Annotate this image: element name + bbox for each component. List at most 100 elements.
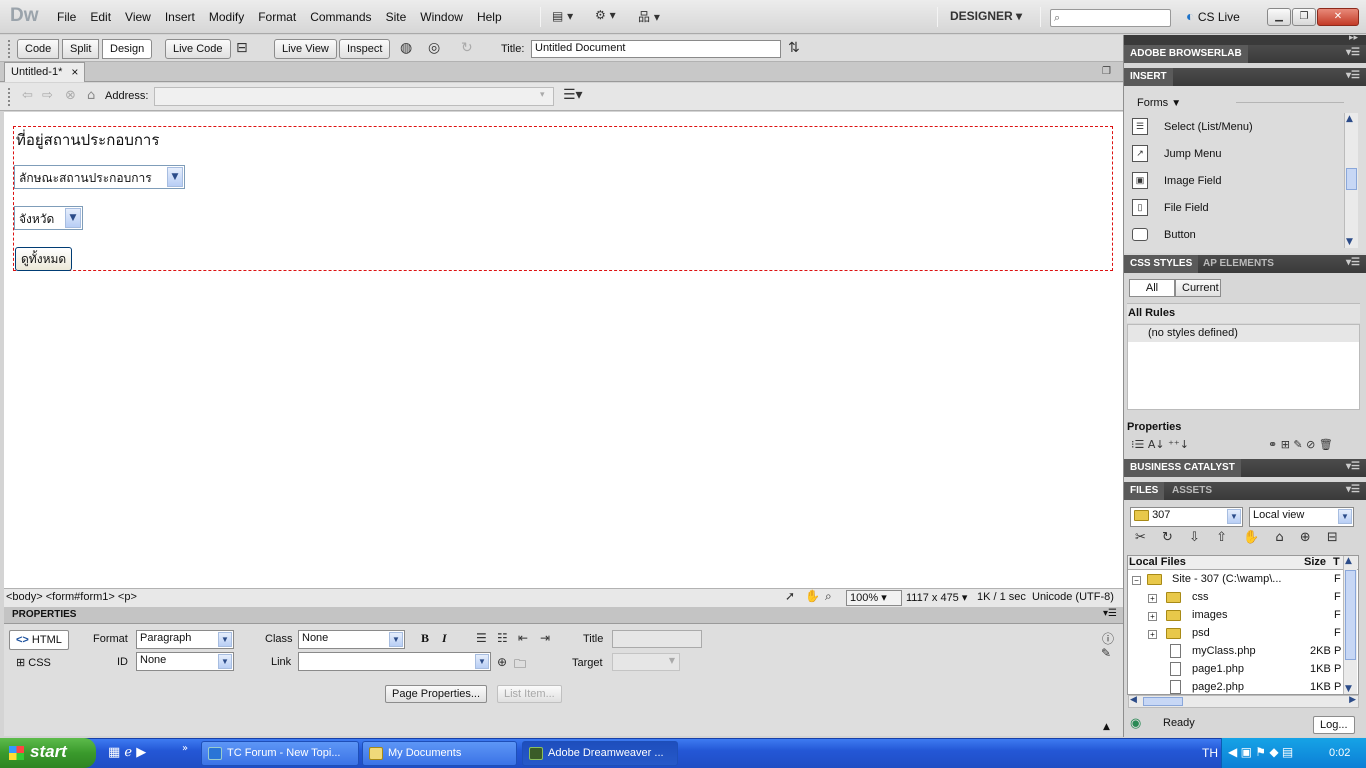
expand-toggle[interactable]: + bbox=[1148, 628, 1157, 640]
files-col-name[interactable]: Local Files bbox=[1129, 556, 1186, 568]
business-catalyst-tab[interactable]: BUSINESS CATALYST bbox=[1124, 459, 1241, 477]
file-row-site[interactable]: − Site - 307 (C:\wamp\... F bbox=[1130, 572, 1345, 590]
toolbar-grip[interactable] bbox=[8, 40, 12, 58]
list-item-button[interactable]: List Item... bbox=[497, 685, 562, 703]
business-catalyst-header[interactable]: BUSINESS CATALYST ▾☰ bbox=[1124, 459, 1366, 477]
restore-document-icon[interactable]: ❐ bbox=[1102, 66, 1111, 77]
document-title-input[interactable]: Untitled Document bbox=[531, 40, 781, 58]
insert-file-field[interactable]: ▯ File Field bbox=[1130, 197, 1340, 221]
chevron-down-icon[interactable]: ▾ bbox=[540, 90, 545, 100]
restore-button[interactable]: ❐ bbox=[1292, 8, 1316, 26]
gear-icon[interactable]: ⚙ ▾ bbox=[595, 8, 616, 22]
folder-icon[interactable]: 🗀 bbox=[514, 655, 526, 676]
scroll-down-icon[interactable]: ▼ bbox=[1345, 684, 1352, 694]
stop-icon[interactable]: ⊗ bbox=[65, 88, 76, 103]
view-options-icon[interactable]: ☰▾ bbox=[563, 87, 583, 103]
menu-site[interactable]: Site bbox=[379, 10, 414, 24]
insert-select-list[interactable]: ☰ Select (List/Menu) bbox=[1130, 116, 1340, 140]
province-select[interactable]: จังหวัด ▼ bbox=[14, 206, 83, 230]
quick-launch-icons[interactable]: ▦ ℯ ▶ bbox=[108, 745, 146, 760]
scroll-thumb[interactable] bbox=[1143, 697, 1183, 706]
point-to-file-icon[interactable]: ⊕ bbox=[497, 655, 507, 669]
site-structure-icon[interactable]: 品 ▾ bbox=[638, 8, 660, 25]
panel-options-icon[interactable]: ▾☰ bbox=[1346, 484, 1360, 495]
files-horizontal-scrollbar[interactable]: ◀ ▶ bbox=[1128, 695, 1359, 708]
select-tool-icon[interactable]: ➚ bbox=[785, 589, 795, 603]
target-select[interactable]: ▼ bbox=[612, 653, 680, 671]
outdent-icon[interactable]: ⇤ bbox=[518, 631, 528, 645]
menu-insert[interactable]: Insert bbox=[158, 10, 202, 24]
visual-aids-icon[interactable]: ◎ bbox=[428, 40, 440, 56]
unordered-list-icon[interactable]: ☰ bbox=[476, 631, 487, 645]
assets-tab[interactable]: ASSETS bbox=[1166, 482, 1218, 500]
menu-view[interactable]: View bbox=[118, 10, 158, 24]
scroll-up-icon[interactable]: ▲ bbox=[1345, 556, 1352, 566]
panel-options-icon[interactable]: ▾☰ bbox=[1103, 608, 1117, 619]
menu-commands[interactable]: Commands bbox=[303, 10, 378, 24]
collapse-toggle[interactable]: − bbox=[1132, 574, 1141, 586]
split-view-button[interactable]: Split bbox=[62, 39, 100, 59]
css-styles-tab[interactable]: CSS STYLES bbox=[1124, 255, 1199, 273]
link-input[interactable]: ▼ bbox=[298, 652, 491, 671]
panel-options-icon[interactable]: ▾☰ bbox=[1346, 257, 1360, 268]
scroll-thumb[interactable] bbox=[1346, 168, 1357, 190]
refresh-icon[interactable]: ↻ bbox=[461, 40, 473, 56]
scroll-right-icon[interactable]: ▶ bbox=[1349, 695, 1356, 705]
scroll-down-icon[interactable]: ▼ bbox=[1346, 237, 1353, 247]
insert-category-select[interactable]: Forms ▼ bbox=[1137, 97, 1181, 109]
expand-toggle[interactable]: + bbox=[1148, 610, 1157, 622]
panel-options-icon[interactable]: ▾☰ bbox=[1346, 70, 1360, 81]
insert-panel-header[interactable]: INSERT ▾☰ bbox=[1124, 68, 1366, 86]
file-row-page2[interactable]: page2.php 1KB P bbox=[1130, 680, 1345, 694]
window-size[interactable]: 1117 x 475 ▾ bbox=[906, 591, 967, 604]
tag-selector[interactable]: <body> <form#form1> <p> bbox=[6, 591, 137, 603]
file-row-page1[interactable]: page1.php 1KB P bbox=[1130, 662, 1345, 680]
page-properties-button[interactable]: Page Properties... bbox=[385, 685, 488, 703]
minimize-button[interactable]: ▁ bbox=[1267, 8, 1291, 26]
task-dreamweaver[interactable]: Adobe Dreamweaver ... bbox=[522, 741, 678, 766]
bold-button[interactable]: B bbox=[421, 631, 429, 646]
scroll-thumb[interactable] bbox=[1345, 570, 1356, 660]
css-actions-icons[interactable]: ⚭ ⊞ ✎ ⊘ 🗑 bbox=[1268, 438, 1333, 451]
zoom-select[interactable]: 100% ▾ bbox=[846, 590, 902, 606]
view-select[interactable]: Local view ▼ bbox=[1249, 507, 1354, 527]
css-current-button[interactable]: Current bbox=[1175, 279, 1221, 297]
code-view-button[interactable]: Code bbox=[17, 39, 60, 59]
format-select[interactable]: Paragraph ▼ bbox=[136, 630, 234, 649]
live-view-button[interactable]: Live View bbox=[274, 39, 337, 59]
menu-window[interactable]: Window bbox=[413, 10, 470, 24]
title-attr-input[interactable] bbox=[612, 630, 702, 648]
insert-scrollbar[interactable]: ▲ ▼ bbox=[1344, 113, 1358, 248]
home-icon[interactable]: ⌂ bbox=[87, 88, 95, 103]
insert-image-field[interactable]: ▣ Image Field bbox=[1130, 170, 1340, 194]
browserlab-tab[interactable]: ADOBE BROWSERLAB bbox=[1124, 45, 1248, 63]
help-search-input[interactable]: ⌕ bbox=[1050, 9, 1171, 27]
panel-options-icon[interactable]: ▾☰ bbox=[1346, 47, 1360, 58]
back-arrow-icon[interactable]: ⇦ bbox=[22, 88, 33, 103]
menu-format[interactable]: Format bbox=[251, 10, 303, 24]
language-indicator[interactable]: TH bbox=[1202, 746, 1218, 760]
insert-jump-menu[interactable]: ↗ Jump Menu bbox=[1130, 143, 1340, 167]
panel-options-icon[interactable]: ▾☰ bbox=[1346, 461, 1360, 472]
files-col-size[interactable]: Size bbox=[1304, 556, 1326, 568]
indent-icon[interactable]: ⇥ bbox=[540, 631, 550, 645]
workspace-switcher[interactable]: DESIGNER ▾ bbox=[950, 9, 1022, 23]
insert-tab[interactable]: INSERT bbox=[1124, 68, 1173, 86]
hand-tool-icon[interactable]: ✋ bbox=[805, 589, 820, 603]
menu-modify[interactable]: Modify bbox=[202, 10, 251, 24]
help-icon[interactable]: ⓘ bbox=[1102, 630, 1114, 647]
quick-tag-editor-icon[interactable]: ✎ bbox=[1101, 646, 1111, 660]
design-view-button[interactable]: Design bbox=[102, 39, 153, 59]
css-mode-button[interactable]: ⊞ CSS bbox=[16, 656, 51, 669]
scroll-up-icon[interactable]: ▲ bbox=[1346, 114, 1353, 124]
file-row-psd[interactable]: + psd F bbox=[1130, 626, 1345, 644]
task-my-documents[interactable]: My Documents bbox=[362, 741, 517, 766]
html-mode-button[interactable]: <> HTML bbox=[9, 630, 69, 650]
file-management-icon[interactable]: ⇅ bbox=[788, 40, 800, 56]
inspect-button[interactable]: Inspect bbox=[339, 39, 391, 59]
site-select[interactable]: 307 ▼ bbox=[1130, 507, 1243, 527]
ordered-list-icon[interactable]: ☷ bbox=[497, 631, 508, 645]
log-button[interactable]: Log... bbox=[1313, 716, 1355, 734]
tray-icons[interactable]: ◀ ▣ ⚑ ◆ ▤ bbox=[1228, 745, 1293, 759]
files-vertical-scrollbar[interactable]: ▲ ▼ bbox=[1343, 556, 1357, 694]
